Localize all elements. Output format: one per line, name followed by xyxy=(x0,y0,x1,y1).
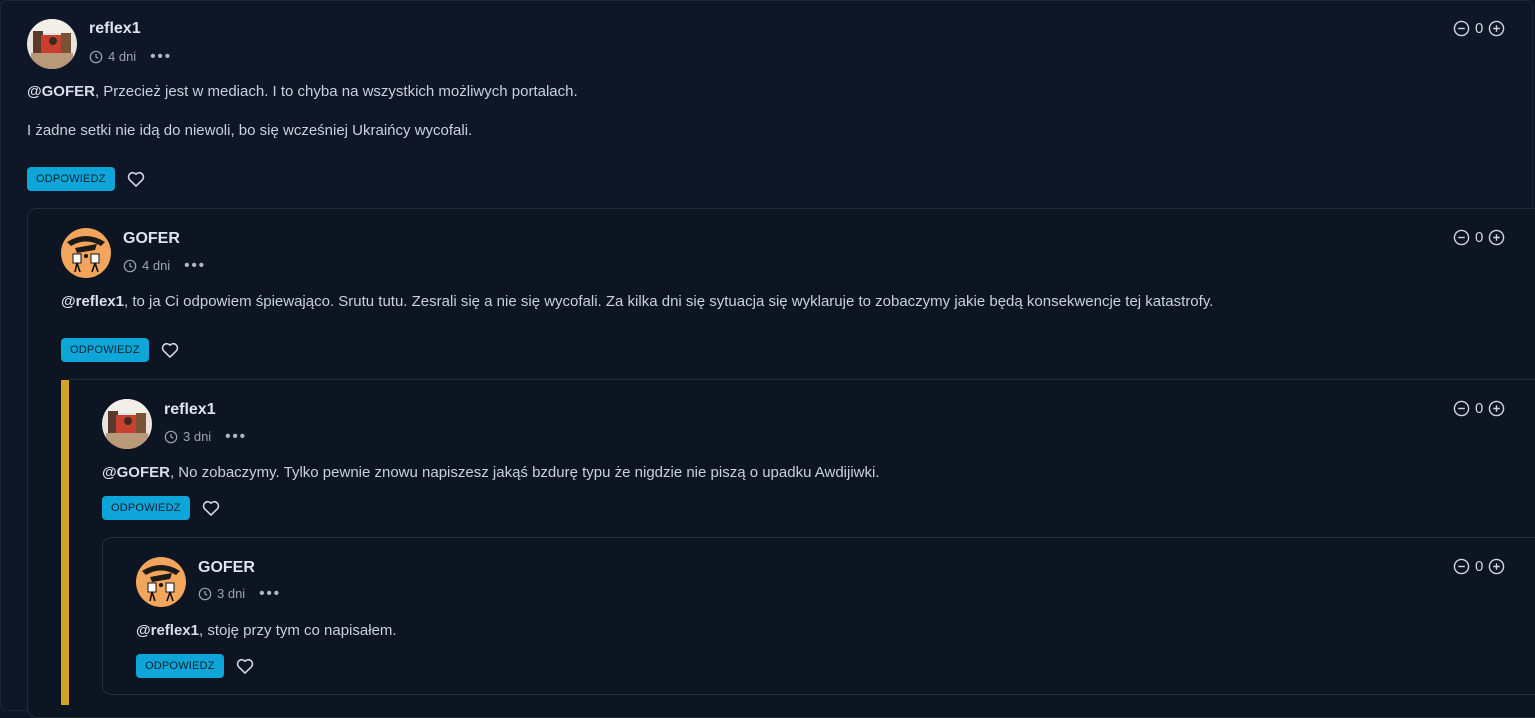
comment-timestamp[interactable]: 3 dni xyxy=(217,586,245,601)
avatar[interactable] xyxy=(136,557,186,607)
vote-count: 0 xyxy=(1475,558,1484,575)
plus-circle-icon[interactable] xyxy=(1488,558,1505,575)
avatar-image-icon xyxy=(136,557,186,607)
comment-text: , to ja Ci odpowiem śpiewająco. Srutu tu… xyxy=(124,293,1214,310)
thread-highlight-border xyxy=(69,379,1535,380)
more-dots-icon[interactable]: ••• xyxy=(150,49,172,64)
plus-circle-icon[interactable] xyxy=(1488,20,1505,37)
vote-count: 0 xyxy=(1475,400,1484,417)
clock-icon xyxy=(89,50,103,63)
comment-body: @reflex1, stoję przy tym co napisałem. xyxy=(136,622,397,639)
comment-text: , No zobaczymy. Tylko pewnie znowu napis… xyxy=(169,464,880,481)
plus-circle-icon[interactable] xyxy=(1488,400,1505,417)
comment-body-paragraph: I żadne setki nie idą do niewoli, bo się… xyxy=(27,122,473,139)
vote-controls: 0 xyxy=(1453,20,1505,37)
comment-text: , Przecież jest w mediach. I to chyba na… xyxy=(94,83,578,100)
comment-body: @reflex1, to ja Ci odpowiem śpiewająco. … xyxy=(61,293,1213,310)
comment-author[interactable]: GOFER xyxy=(198,559,255,577)
reply-button[interactable]: ODPOWIEDZ xyxy=(61,338,149,362)
reply-thread-container-deep xyxy=(102,537,1535,695)
minus-circle-icon[interactable] xyxy=(1453,229,1470,246)
vote-controls: 0 xyxy=(1453,558,1505,575)
avatar[interactable] xyxy=(27,19,77,69)
mention-link[interactable]: @GOFER xyxy=(102,464,170,481)
clock-icon xyxy=(164,430,178,443)
avatar[interactable] xyxy=(61,228,111,278)
comment-body: @GOFER, Przecież jest w mediach. I to ch… xyxy=(27,83,578,100)
more-dots-icon[interactable]: ••• xyxy=(225,429,247,444)
mention-link[interactable]: @reflex1 xyxy=(136,622,199,639)
comment-meta: 4 dni ••• xyxy=(123,258,206,273)
reply-button[interactable]: ODPOWIEDZ xyxy=(27,167,115,191)
comment-author[interactable]: GOFER xyxy=(123,230,180,248)
reply-button[interactable]: ODPOWIEDZ xyxy=(102,496,190,520)
comment-text: , stoję przy tym co napisałem. xyxy=(199,622,397,639)
clock-icon xyxy=(198,587,212,600)
vote-controls: 0 xyxy=(1453,229,1505,246)
more-dots-icon[interactable]: ••• xyxy=(259,586,281,601)
thread-highlight-bar xyxy=(61,380,69,705)
heart-icon[interactable] xyxy=(126,169,146,189)
comment-author[interactable]: reflex1 xyxy=(89,20,141,38)
avatar[interactable] xyxy=(102,399,152,449)
clock-icon xyxy=(123,259,137,272)
avatar-image-icon xyxy=(27,19,77,69)
heart-icon[interactable] xyxy=(235,656,255,676)
reply-button[interactable]: ODPOWIEDZ xyxy=(136,654,224,678)
vote-count: 0 xyxy=(1475,229,1484,246)
mention-link[interactable]: @reflex1 xyxy=(61,293,124,310)
avatar-image-icon xyxy=(102,399,152,449)
vote-count: 0 xyxy=(1475,20,1484,37)
mention-link[interactable]: @GOFER xyxy=(27,83,95,100)
comment-timestamp[interactable]: 4 dni xyxy=(142,258,170,273)
comment-meta: 4 dni ••• xyxy=(89,49,172,64)
avatar-image-icon xyxy=(61,228,111,278)
comment-meta: 3 dni ••• xyxy=(198,586,281,601)
comment-meta: 3 dni ••• xyxy=(164,429,247,444)
comment-body: @GOFER, No zobaczymy. Tylko pewnie znowu… xyxy=(102,464,880,481)
minus-circle-icon[interactable] xyxy=(1453,558,1470,575)
comment-author[interactable]: reflex1 xyxy=(164,401,216,419)
more-dots-icon[interactable]: ••• xyxy=(184,258,206,273)
comment-timestamp[interactable]: 4 dni xyxy=(108,49,136,64)
vote-controls: 0 xyxy=(1453,400,1505,417)
plus-circle-icon[interactable] xyxy=(1488,229,1505,246)
minus-circle-icon[interactable] xyxy=(1453,20,1470,37)
heart-icon[interactable] xyxy=(160,340,180,360)
heart-icon[interactable] xyxy=(201,498,221,518)
minus-circle-icon[interactable] xyxy=(1453,400,1470,417)
comment-timestamp[interactable]: 3 dni xyxy=(183,429,211,444)
